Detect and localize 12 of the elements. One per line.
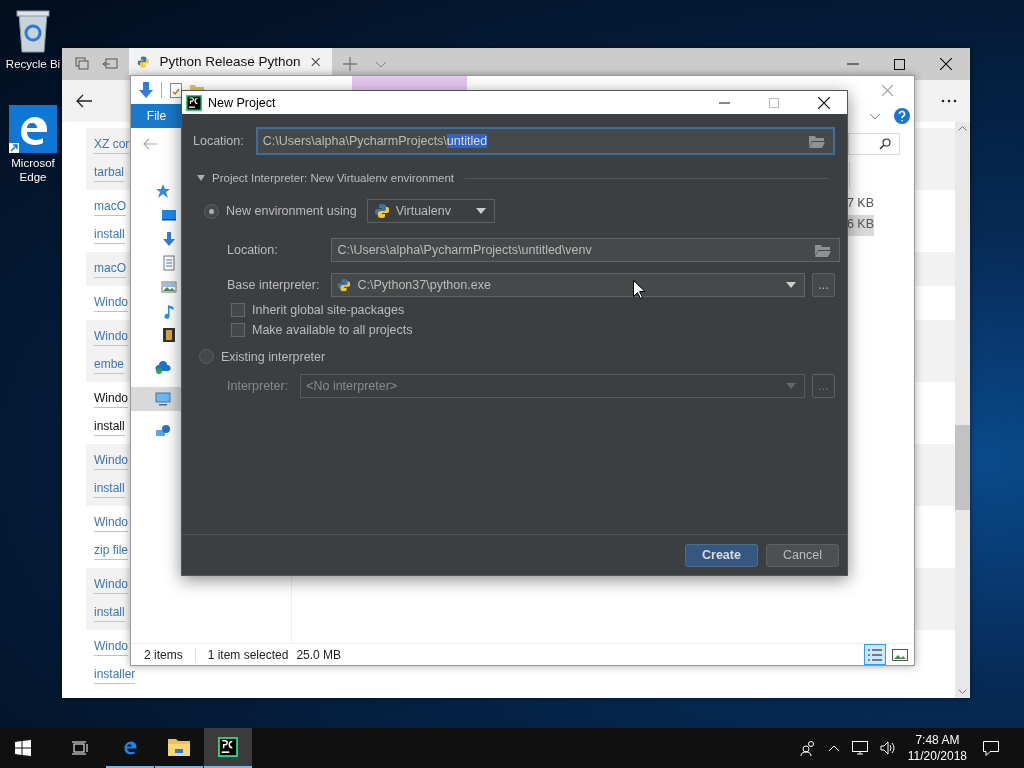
field-label: Interpreter:: [227, 379, 289, 393]
item-count: 2 items: [144, 647, 183, 662]
field-label: Base interpreter:: [227, 278, 320, 292]
date: 11/20/2018: [907, 748, 967, 764]
time: 7:48 AM: [915, 732, 960, 748]
tab-title: Python Release Python: [159, 54, 301, 69]
selection-size: 25.0 MB: [296, 647, 342, 662]
field-label: Location:: [227, 243, 279, 257]
dialog-title: New Project: [208, 95, 276, 110]
location-label: Location:: [193, 134, 244, 148]
selection-status: 1 item selected: [207, 647, 289, 662]
file-size: 7 KB: [845, 195, 874, 212]
